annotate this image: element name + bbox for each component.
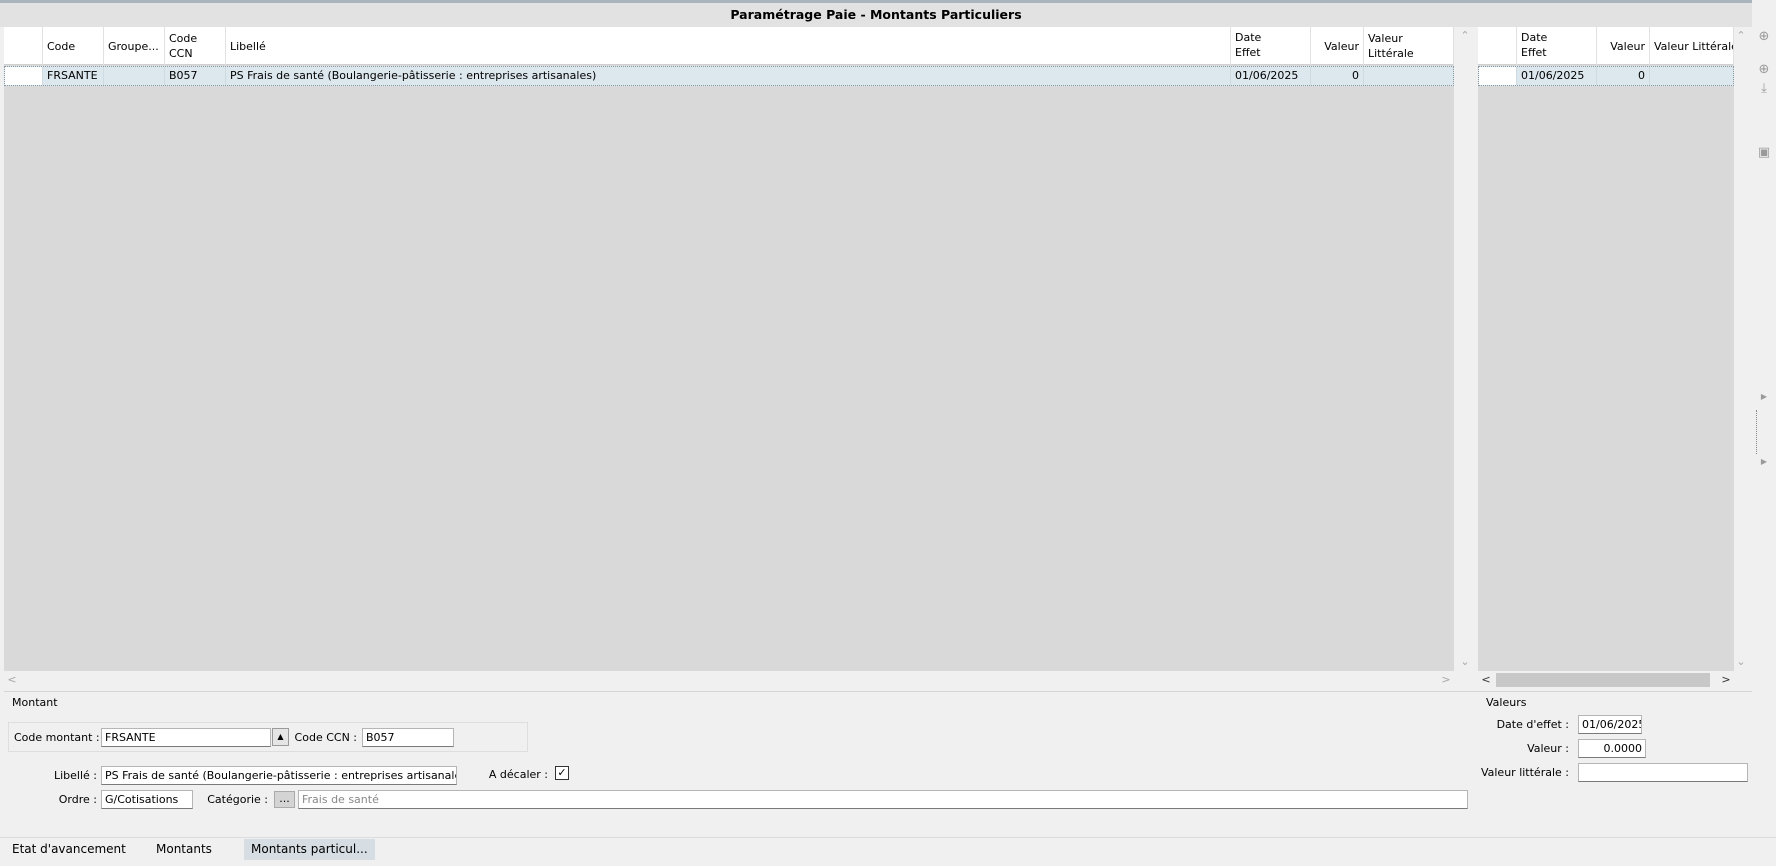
cell-valeur-litterale bbox=[1364, 67, 1453, 85]
row-selector-header bbox=[4, 27, 43, 65]
expand-right-icon[interactable]: ▶ bbox=[1756, 392, 1772, 401]
column-header-valeur[interactable]: Valeur bbox=[1311, 27, 1364, 65]
checkmark-icon: ✓ bbox=[557, 766, 567, 779]
side-scroll-left-icon[interactable]: < bbox=[1480, 673, 1492, 686]
right-toolbar: ⊕ ⊕ ⤓ ▣ ▶ ▶ bbox=[1752, 27, 1776, 837]
scroll-down-icon[interactable]: ⌄ bbox=[1454, 655, 1476, 668]
libelle-label: Libellé : bbox=[53, 769, 97, 782]
code-ccn-label: Code CCN : bbox=[294, 731, 357, 744]
column-header-valeur-litterale[interactable]: Valeur Littérale bbox=[1364, 27, 1454, 65]
bottom-tab-bar: Etat d'avancement Montants Montants part… bbox=[0, 837, 1776, 866]
ordre-field[interactable]: G/Cotisations bbox=[101, 790, 193, 809]
ordre-label: Ordre : bbox=[58, 793, 97, 806]
categorie-field[interactable]: Frais de santé bbox=[298, 790, 1468, 809]
main-grid-vertical-scrollbar[interactable]: ⌃ ⌄ bbox=[1454, 27, 1476, 671]
main-grid: Code Groupe... Code CCN Libellé Date Eff… bbox=[4, 27, 1454, 671]
side-column-header-date-effet-line2: Effet bbox=[1521, 46, 1547, 59]
side-column-header-valeur-litterale[interactable]: Valeur Littérale bbox=[1650, 27, 1734, 65]
collapse-right-icon[interactable]: ▶ bbox=[1756, 457, 1772, 466]
categorie-browse-button[interactable]: ... bbox=[274, 791, 295, 808]
side-grid-vertical-scrollbar[interactable]: ⌃ ⌄ bbox=[1734, 27, 1748, 671]
column-header-date-effet[interactable]: Date Effet bbox=[1231, 27, 1311, 65]
scroll-up-icon[interactable]: ⌃ bbox=[1454, 29, 1476, 42]
a-decaler-checkbox[interactable]: ✓ bbox=[555, 766, 569, 780]
arrow-up-icon: ▲ bbox=[277, 732, 284, 741]
side-scroll-down-icon[interactable]: ⌄ bbox=[1734, 655, 1748, 668]
side-scroll-right-icon[interactable]: > bbox=[1720, 673, 1732, 686]
download-icon[interactable]: ⤓ bbox=[1756, 81, 1772, 96]
valeur-litterale-field[interactable] bbox=[1578, 763, 1748, 782]
tab-etat-avancement[interactable]: Etat d'avancement bbox=[5, 839, 133, 860]
column-header-date-effet-line2: Effet bbox=[1235, 46, 1261, 59]
plus-circle-icon[interactable]: ⊕ bbox=[1756, 29, 1772, 44]
splitter-handle[interactable] bbox=[1756, 410, 1759, 454]
column-header-date-effet-line1: Date bbox=[1235, 31, 1262, 44]
main-grid-header: Code Groupe... Code CCN Libellé Date Eff… bbox=[4, 27, 1454, 65]
scroll-left-icon[interactable]: < bbox=[6, 673, 18, 686]
tab-montants[interactable]: Montants bbox=[149, 839, 219, 860]
column-header-libelle[interactable]: Libellé bbox=[226, 27, 1231, 65]
cell-libelle: PS Frais de santé (Boulangerie-pâtisseri… bbox=[226, 67, 1231, 85]
code-ccn-field[interactable]: B057 bbox=[362, 728, 454, 747]
categorie-label: Catégorie : bbox=[207, 793, 268, 806]
cell-code-ccn: B057 bbox=[165, 67, 226, 85]
side-column-header-date-effet-line1: Date bbox=[1521, 31, 1548, 44]
cell-code: FRSANTE bbox=[43, 67, 104, 85]
date-effet-label: Date d'effet : bbox=[1496, 718, 1569, 731]
cell-date-effet: 01/06/2025 bbox=[1231, 67, 1311, 85]
valeurs-section: Valeurs Date d'effet : 01/06/2025 Valeur… bbox=[1478, 691, 1752, 836]
code-montant-label: Code montant : bbox=[14, 731, 100, 744]
floppy-disk-icon[interactable]: ▣ bbox=[1756, 145, 1772, 160]
valeur-label: Valeur : bbox=[1527, 742, 1569, 755]
side-table-row[interactable]: 01/06/2025 0 bbox=[1478, 66, 1734, 86]
code-montant-field[interactable]: FRSANTE bbox=[101, 728, 271, 747]
montant-section-title: Montant bbox=[12, 696, 58, 709]
a-decaler-label: A décaler : bbox=[488, 768, 548, 781]
side-grid-header: Date Effet Valeur Valeur Littérale bbox=[1478, 27, 1734, 65]
cell-valeur: 0 bbox=[1311, 67, 1364, 85]
table-row[interactable]: FRSANTE B057 PS Frais de santé (Boulange… bbox=[4, 66, 1454, 86]
plus-circle-icon[interactable]: ⊕ bbox=[1756, 62, 1772, 77]
libelle-field[interactable]: PS Frais de santé (Boulangerie-pâtisseri… bbox=[101, 766, 457, 785]
date-effet-field[interactable]: 01/06/2025 bbox=[1578, 715, 1642, 734]
cell-groupe bbox=[104, 67, 165, 85]
column-header-code-ccn[interactable]: Code CCN bbox=[165, 27, 226, 65]
column-header-code[interactable]: Code bbox=[43, 27, 104, 65]
side-grid: Date Effet Valeur Valeur Littérale 01/06… bbox=[1478, 27, 1734, 671]
side-column-header-valeur[interactable]: Valeur bbox=[1597, 27, 1650, 65]
side-scroll-up-icon[interactable]: ⌃ bbox=[1734, 29, 1748, 42]
main-grid-horizontal-scrollbar[interactable]: < > bbox=[4, 671, 1454, 689]
valeur-litterale-label: Valeur littérale : bbox=[1480, 766, 1569, 779]
montant-section: Montant Code montant : FRSANTE ▲ Code CC… bbox=[4, 691, 1478, 836]
scroll-right-icon[interactable]: > bbox=[1440, 673, 1452, 686]
side-column-header-date-effet[interactable]: Date Effet bbox=[1517, 27, 1597, 65]
side-grid-horizontal-scrollbar[interactable]: < > bbox=[1478, 671, 1734, 689]
code-montant-lookup-button[interactable]: ▲ bbox=[272, 728, 289, 746]
window-title: Paramétrage Paie - Montants Particuliers bbox=[0, 0, 1752, 27]
side-cell-valeur: 0 bbox=[1597, 67, 1650, 85]
column-header-groupe[interactable]: Groupe... bbox=[104, 27, 165, 65]
row-selector[interactable] bbox=[5, 67, 43, 85]
tab-montants-particuliers[interactable]: Montants particul... bbox=[244, 839, 375, 860]
valeur-field[interactable]: 0.0000 bbox=[1578, 739, 1646, 758]
side-cell-valeur-litterale bbox=[1650, 67, 1733, 85]
side-cell-date-effet: 01/06/2025 bbox=[1517, 67, 1597, 85]
side-row-selector[interactable] bbox=[1479, 67, 1517, 85]
valeurs-section-title: Valeurs bbox=[1486, 696, 1527, 709]
side-scroll-thumb[interactable] bbox=[1496, 673, 1710, 687]
side-row-selector-header bbox=[1478, 27, 1517, 65]
